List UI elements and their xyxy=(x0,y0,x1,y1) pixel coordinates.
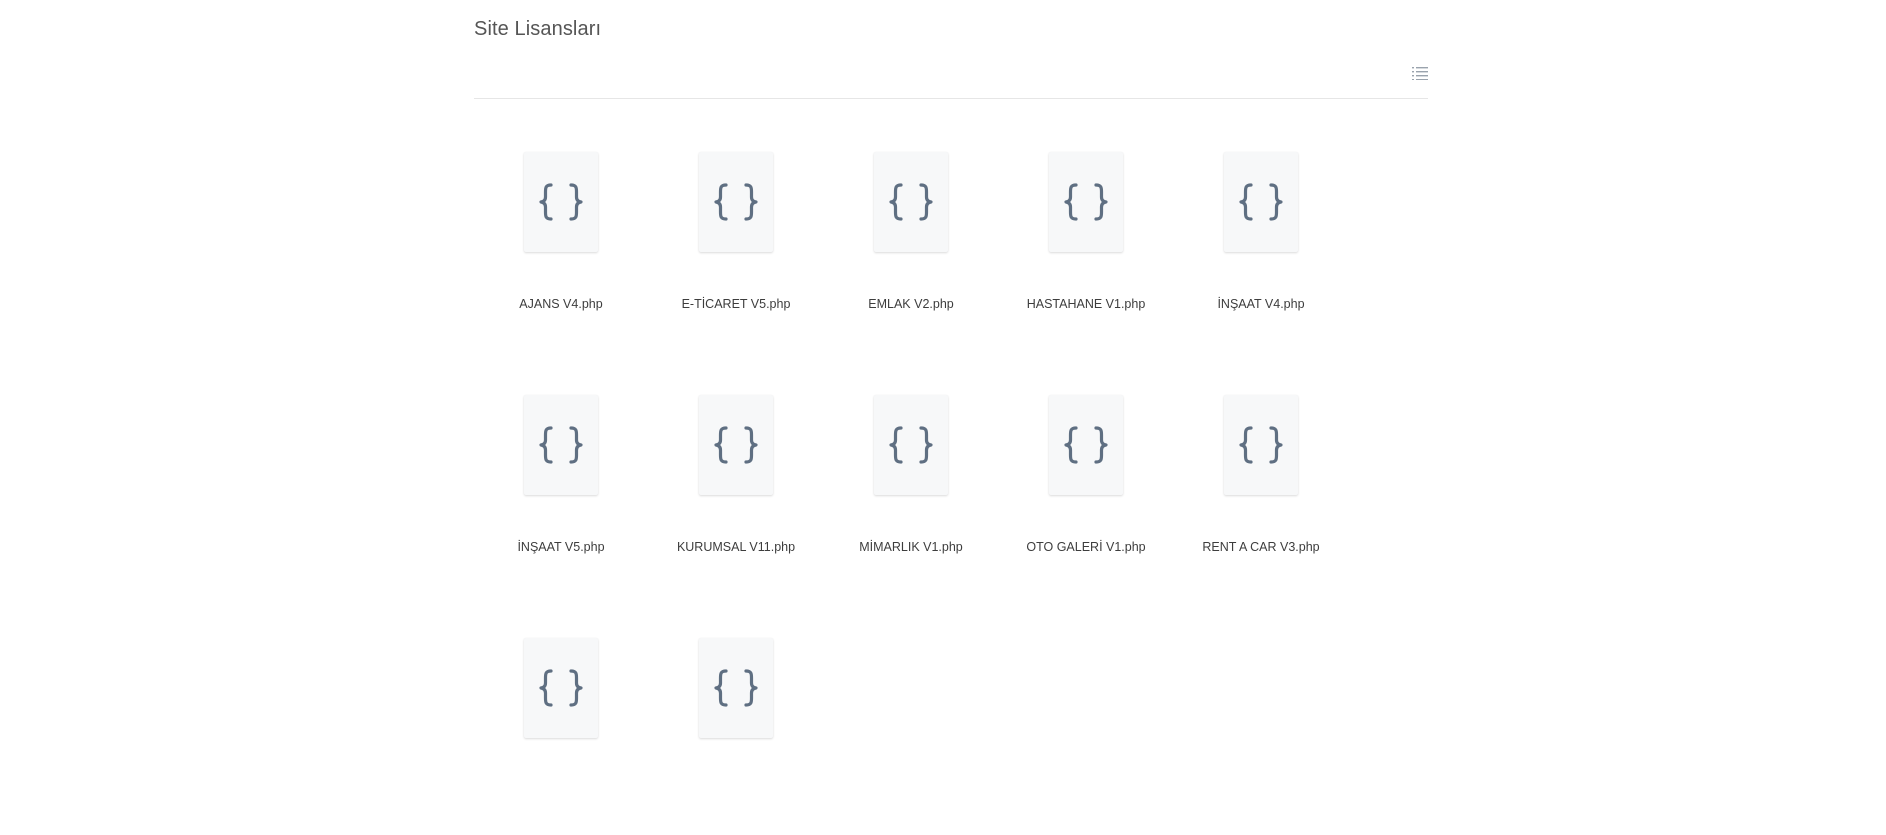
header-divider xyxy=(474,98,1428,99)
file-name-label: HASTAHANE V1.php xyxy=(1026,297,1146,311)
file-name-label: MİMARLIK V1.php xyxy=(859,540,963,554)
file-item[interactable]: EMLAK V2.php xyxy=(824,149,998,349)
file-name-label: EMLAK V2.php xyxy=(868,297,954,311)
file-item[interactable]: MİMARLIK V1.php xyxy=(824,392,998,592)
code-braces-icon xyxy=(1064,183,1108,221)
code-braces-icon xyxy=(1239,426,1283,464)
code-braces-icon xyxy=(539,426,583,464)
code-braces-icon xyxy=(714,669,758,707)
file-name-label: İNŞAAT V4.php xyxy=(1217,297,1305,311)
file-thumbnail[interactable] xyxy=(699,152,773,252)
file-name-label: AJANS V4.php xyxy=(519,297,603,311)
file-thumbnail[interactable] xyxy=(874,152,948,252)
file-name-label: İNŞAAT V5.php xyxy=(517,540,605,554)
file-thumbnail[interactable] xyxy=(524,395,598,495)
code-braces-icon xyxy=(539,183,583,221)
file-item[interactable]: İNŞAAT V5.php xyxy=(474,392,648,592)
file-thumbnail[interactable] xyxy=(699,638,773,738)
file-name-label: E-TİCARET V5.php xyxy=(681,297,791,311)
code-braces-icon xyxy=(889,183,933,221)
file-thumbnail[interactable] xyxy=(524,638,598,738)
code-braces-icon xyxy=(1239,183,1283,221)
file-item[interactable]: RENT A CAR V3.php xyxy=(1174,392,1348,592)
file-item[interactable] xyxy=(474,635,648,835)
file-thumbnail[interactable] xyxy=(1224,152,1298,252)
file-item[interactable]: E-TİCARET V5.php xyxy=(649,149,823,349)
file-name-label: OTO GALERİ V1.php xyxy=(1026,540,1146,554)
file-thumbnail[interactable] xyxy=(524,152,598,252)
code-braces-icon xyxy=(714,183,758,221)
file-item[interactable]: OTO GALERİ V1.php xyxy=(999,392,1173,592)
code-braces-icon xyxy=(539,669,583,707)
code-braces-icon xyxy=(1064,426,1108,464)
file-item[interactable]: İNŞAAT V4.php xyxy=(1174,149,1348,349)
code-braces-icon xyxy=(714,426,758,464)
file-thumbnail[interactable] xyxy=(1224,395,1298,495)
code-braces-icon xyxy=(889,426,933,464)
file-thumbnail[interactable] xyxy=(699,395,773,495)
file-thumbnail[interactable] xyxy=(874,395,948,495)
file-item[interactable] xyxy=(649,635,823,835)
list-view-icon xyxy=(1412,67,1428,80)
list-view-toggle-button[interactable] xyxy=(1412,66,1428,80)
file-name-label: RENT A CAR V3.php xyxy=(1202,540,1320,554)
file-item[interactable]: HASTAHANE V1.php xyxy=(999,149,1173,349)
file-thumbnail[interactable] xyxy=(1049,395,1123,495)
file-name-label: KURUMSAL V11.php xyxy=(676,540,796,554)
file-item[interactable]: KURUMSAL V11.php xyxy=(649,392,823,592)
page-title: Site Lisansları xyxy=(474,18,602,40)
file-thumbnail[interactable] xyxy=(1049,152,1123,252)
file-item[interactable]: AJANS V4.php xyxy=(474,149,648,349)
